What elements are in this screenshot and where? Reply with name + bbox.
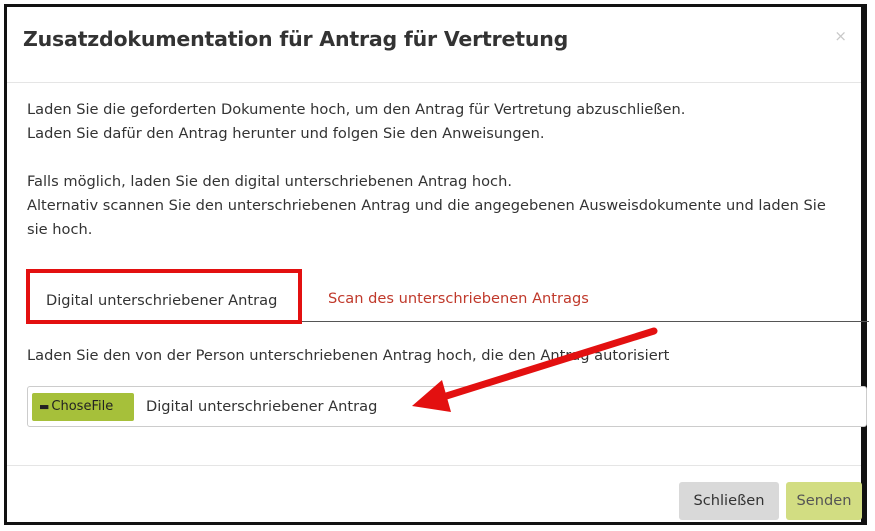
close-button[interactable]: Schließen	[679, 482, 779, 520]
info-text: Falls möglich, laden Sie den digital unt…	[27, 170, 847, 242]
dialog-header: Zusatzdokumentation für Antrag für Vertr…	[7, 7, 861, 83]
choose-file-button[interactable]: ▬ ChoseFile	[32, 393, 134, 421]
intro-text: Laden Sie die geforderten Dokumente hoch…	[27, 98, 847, 146]
file-upload-field[interactable]: ▬ ChoseFile Digital unterschriebener Antr…	[27, 386, 867, 427]
intro-line-2: Laden Sie dafür den Antrag herunter und …	[27, 125, 545, 142]
tab-bar: Digital unterschriebener Antrag Scan des…	[26, 269, 869, 324]
dialog-title: Zusatzdokumentation für Antrag für Vertr…	[23, 27, 569, 51]
info-line-2: Alternativ scannen Sie den unterschriebe…	[27, 197, 826, 238]
upload-dialog: Zusatzdokumentation für Antrag für Vertr…	[4, 4, 869, 526]
info-line-1: Falls möglich, laden Sie den digital unt…	[27, 173, 512, 190]
choose-file-label: ChoseFile	[51, 399, 114, 414]
folder-icon: ▬	[39, 400, 50, 413]
tab-scan-signed[interactable]: Scan des unterschriebenen Antrags	[328, 290, 589, 307]
file-name-label: Digital unterschriebener Antrag	[146, 398, 378, 415]
close-icon[interactable]: ×	[834, 27, 847, 45]
dialog-footer: Schließen Senden	[7, 465, 862, 526]
upload-instruction: Laden Sie den von der Person unterschrie…	[27, 347, 670, 364]
tab-digital-signed[interactable]: Digital unterschriebener Antrag	[26, 269, 302, 324]
send-button[interactable]: Senden	[786, 482, 862, 520]
intro-line-1: Laden Sie die geforderten Dokumente hoch…	[27, 101, 686, 118]
tab-digital-signed-label: Digital unterschriebener Antrag	[46, 292, 278, 309]
